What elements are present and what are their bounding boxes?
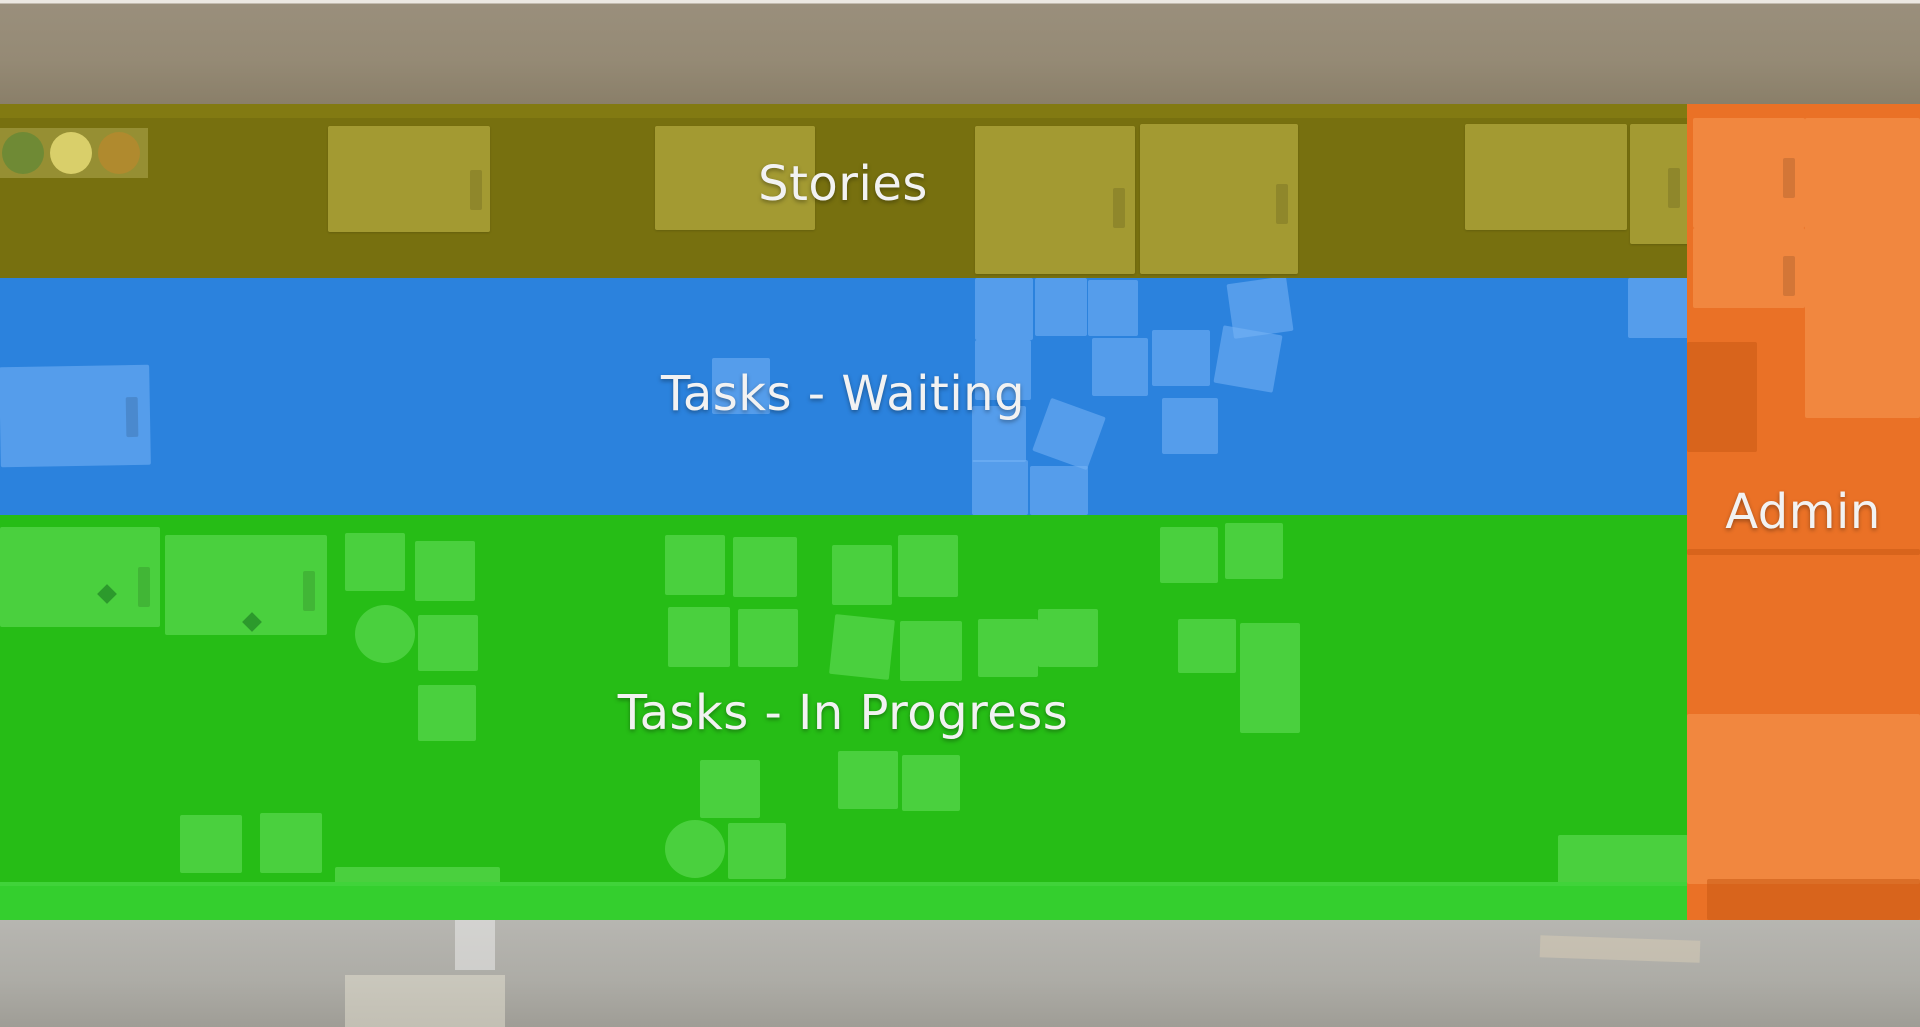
task-note	[1628, 278, 1687, 338]
admin-card	[1687, 714, 1920, 884]
task-note	[978, 619, 1038, 677]
lane-admin: Admin	[1687, 104, 1920, 920]
story-card	[1630, 124, 1687, 244]
task-note	[900, 621, 962, 681]
board-ledge	[0, 882, 1687, 920]
floor-background	[0, 920, 1920, 1027]
story-card	[1465, 124, 1627, 230]
neutral-face-icon	[50, 132, 92, 174]
task-note	[1030, 466, 1088, 515]
task-note	[1178, 619, 1236, 673]
task-note	[1035, 278, 1087, 336]
smile-face-icon	[98, 132, 140, 174]
task-note	[728, 823, 786, 879]
admin-card	[1805, 118, 1920, 418]
task-note	[1240, 623, 1300, 733]
task-note	[975, 278, 1033, 340]
task-note	[838, 751, 898, 809]
task-note	[668, 607, 730, 667]
task-note	[665, 535, 725, 595]
task-card	[165, 535, 327, 635]
paper-scrap	[1539, 935, 1701, 963]
task-card	[0, 364, 151, 468]
task-note	[345, 533, 405, 591]
wall-background	[0, 0, 1920, 104]
task-note	[1160, 527, 1218, 583]
task-note	[1038, 609, 1098, 667]
paper-scrap	[345, 975, 505, 1027]
lane-label-tasks-in-progress: Tasks - In Progress	[617, 685, 1069, 741]
lane-label-tasks-waiting: Tasks - Waiting	[660, 366, 1026, 422]
task-note	[898, 535, 958, 597]
lane-label-stories: Stories	[758, 156, 928, 212]
frown-face-icon	[2, 132, 44, 174]
mood-strip	[0, 128, 148, 178]
admin-card	[1687, 342, 1757, 452]
task-note	[355, 605, 415, 663]
task-note	[902, 755, 960, 811]
task-note	[1088, 280, 1138, 336]
task-note	[415, 541, 475, 601]
task-note	[1213, 325, 1283, 393]
task-note	[1162, 398, 1218, 454]
lane-tasks-in-progress: Tasks - In Progress	[0, 515, 1687, 920]
task-note	[972, 460, 1028, 515]
admin-divider	[1687, 549, 1920, 555]
story-card	[328, 126, 490, 232]
admin-card	[1707, 879, 1920, 920]
task-note	[418, 615, 478, 671]
lane-label-admin: Admin	[1725, 484, 1881, 540]
task-note	[829, 614, 895, 680]
lane-stories: Stories	[0, 104, 1687, 278]
task-note	[665, 820, 725, 878]
task-note	[1092, 338, 1148, 396]
task-note	[733, 537, 797, 597]
story-card	[1140, 124, 1298, 274]
lane-tasks-waiting: Tasks - Waiting	[0, 278, 1687, 515]
task-note	[832, 545, 892, 605]
story-card	[975, 126, 1135, 274]
paper-scrap	[455, 920, 495, 970]
admin-card	[1693, 118, 1805, 228]
task-note	[260, 813, 322, 873]
task-note	[700, 760, 760, 818]
task-note	[418, 685, 476, 741]
task-note	[180, 815, 242, 873]
task-note	[1152, 330, 1210, 386]
task-note	[1225, 523, 1283, 579]
lane-border	[0, 104, 1687, 118]
task-note	[1032, 397, 1106, 471]
task-note	[738, 609, 798, 667]
admin-card	[1693, 228, 1805, 308]
task-card	[0, 527, 160, 627]
